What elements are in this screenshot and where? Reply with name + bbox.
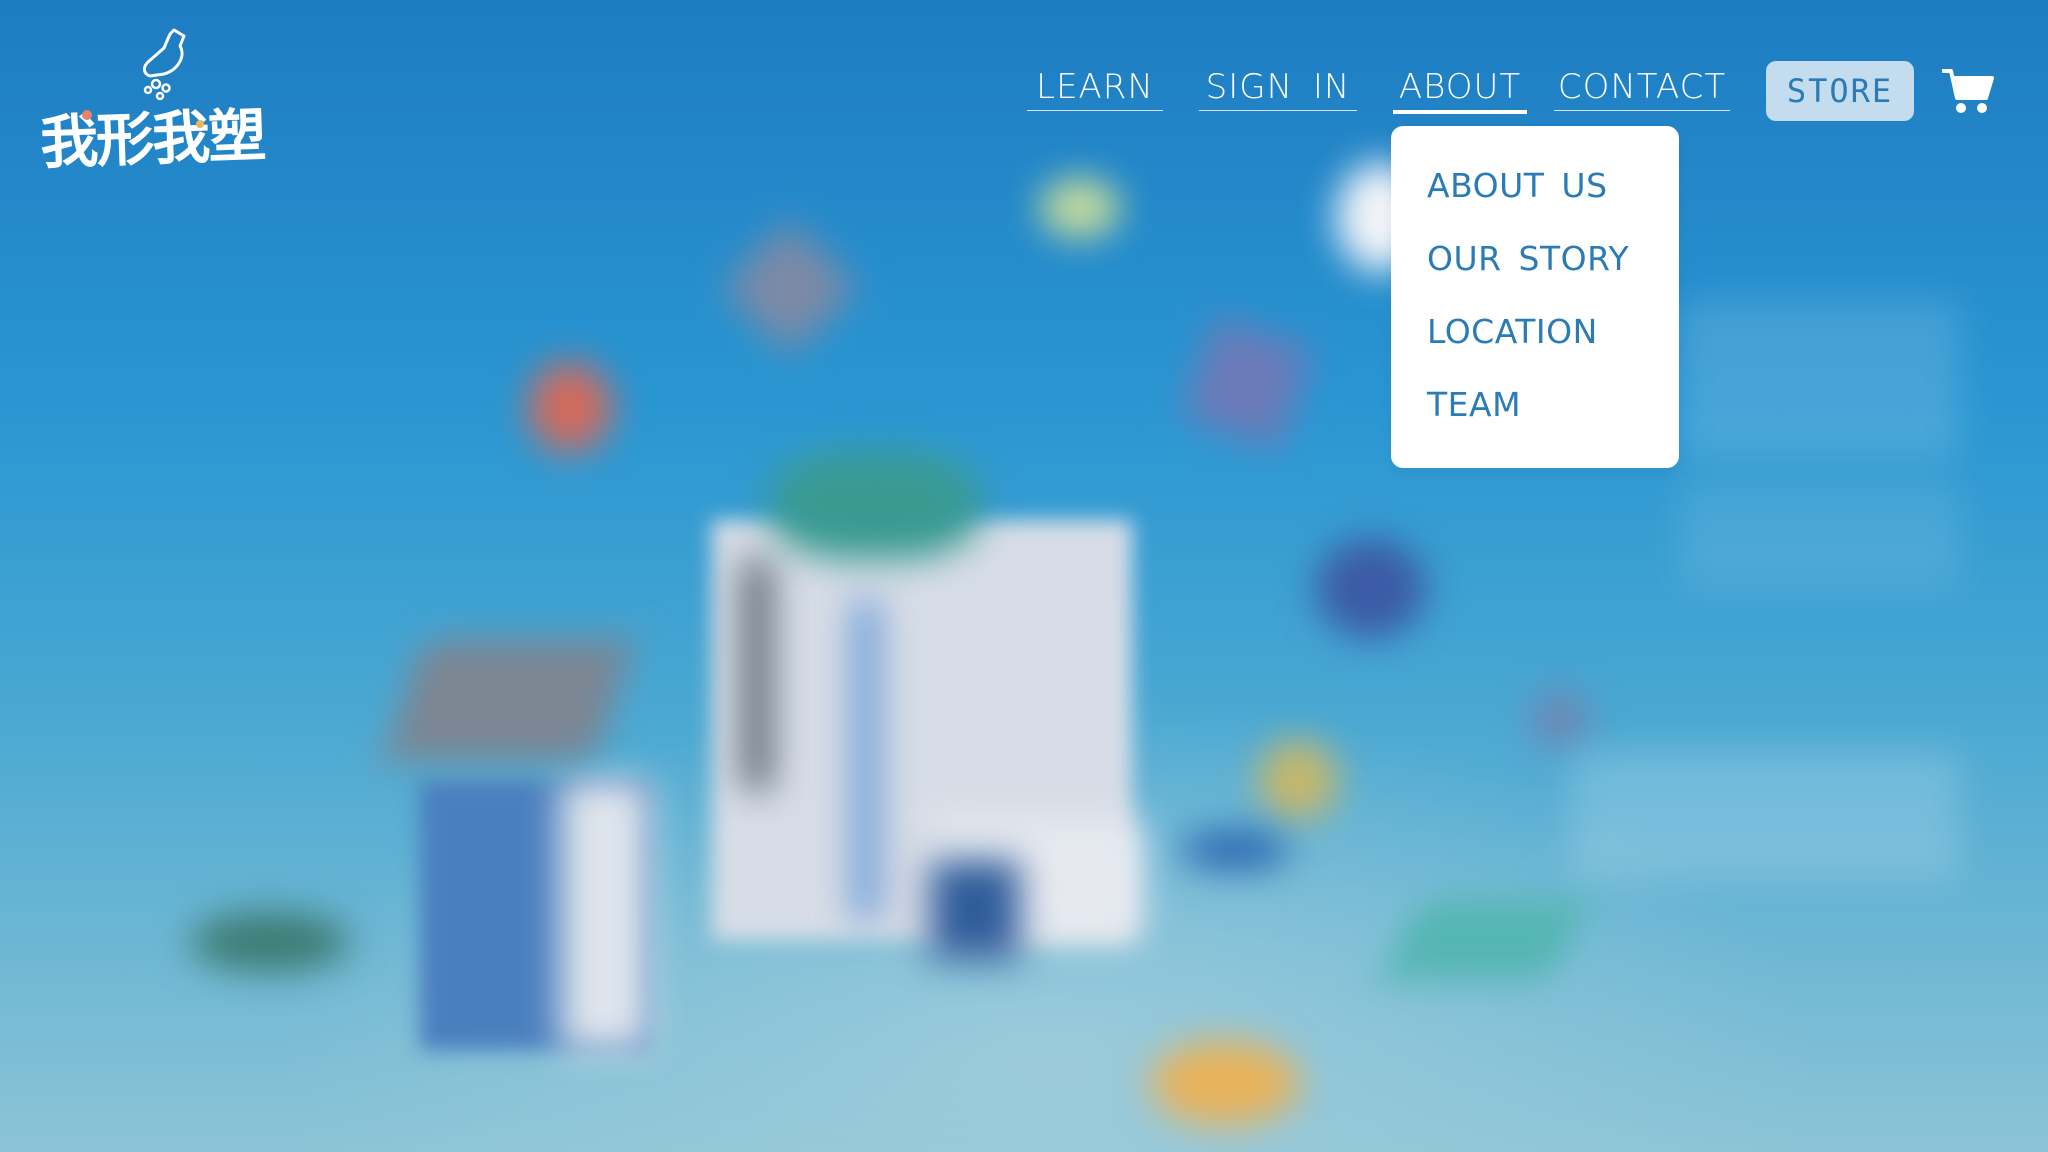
hero-background	[0, 0, 2048, 1152]
blurred-drawer-front	[930, 860, 1020, 960]
store-button[interactable]: STORE	[1766, 61, 1914, 121]
brand-logo[interactable]: 我形我塑	[39, 26, 280, 177]
blurred-drawer	[932, 820, 1142, 940]
menu-item-team[interactable]: TEAM	[1427, 385, 1521, 424]
blurred-tile-purple	[1180, 315, 1314, 451]
nav-link-learn[interactable]: LEARN	[1027, 64, 1163, 111]
menu-item-our-story[interactable]: OUR STORY	[1427, 239, 1629, 278]
blurred-box-small	[420, 780, 650, 1050]
about-dropdown-menu: ABOUT US OUR STORY LOCATION TEAM	[1391, 126, 1679, 468]
nav-link-sign-in[interactable]: SIGN IN	[1199, 64, 1357, 111]
blurred-box-small-side	[560, 780, 650, 1050]
blurred-tile-grey	[722, 220, 858, 356]
blurred-coin-olive	[1258, 740, 1338, 820]
blurred-box-strap	[742, 560, 772, 790]
blurred-coin-small	[1530, 690, 1590, 746]
logo-accent-dot-2	[196, 120, 204, 128]
blurred-coin-navy	[1316, 538, 1426, 638]
menu-item-about-us[interactable]: ABOUT US	[1427, 166, 1608, 205]
brand-name: 我形我塑	[39, 101, 266, 177]
cart-icon[interactable]	[1940, 66, 1994, 116]
nav-link-about[interactable]: ABOUT	[1393, 64, 1527, 114]
blurred-box-small-lid	[384, 640, 634, 760]
blurred-tile-teal	[1381, 900, 1589, 980]
blurred-panel-3	[1570, 750, 1960, 880]
nav-link-contact[interactable]: CONTACT	[1554, 64, 1730, 111]
blurred-box-top-green	[770, 450, 980, 560]
blurred-box-main-shade	[852, 600, 880, 920]
blurred-disc-orange	[1150, 1040, 1300, 1126]
blurred-disc-blue	[1180, 830, 1290, 870]
blurred-disc-green	[190, 912, 350, 972]
blurred-panel-2	[1680, 480, 1960, 590]
blurred-panel-1	[1680, 300, 1960, 460]
blurred-coin-red	[528, 362, 612, 452]
logo-accent-dot	[82, 110, 92, 120]
blurred-box-main	[712, 520, 1132, 940]
blurred-coin-yellow	[1040, 178, 1120, 238]
menu-item-location[interactable]: LOCATION	[1427, 312, 1598, 351]
